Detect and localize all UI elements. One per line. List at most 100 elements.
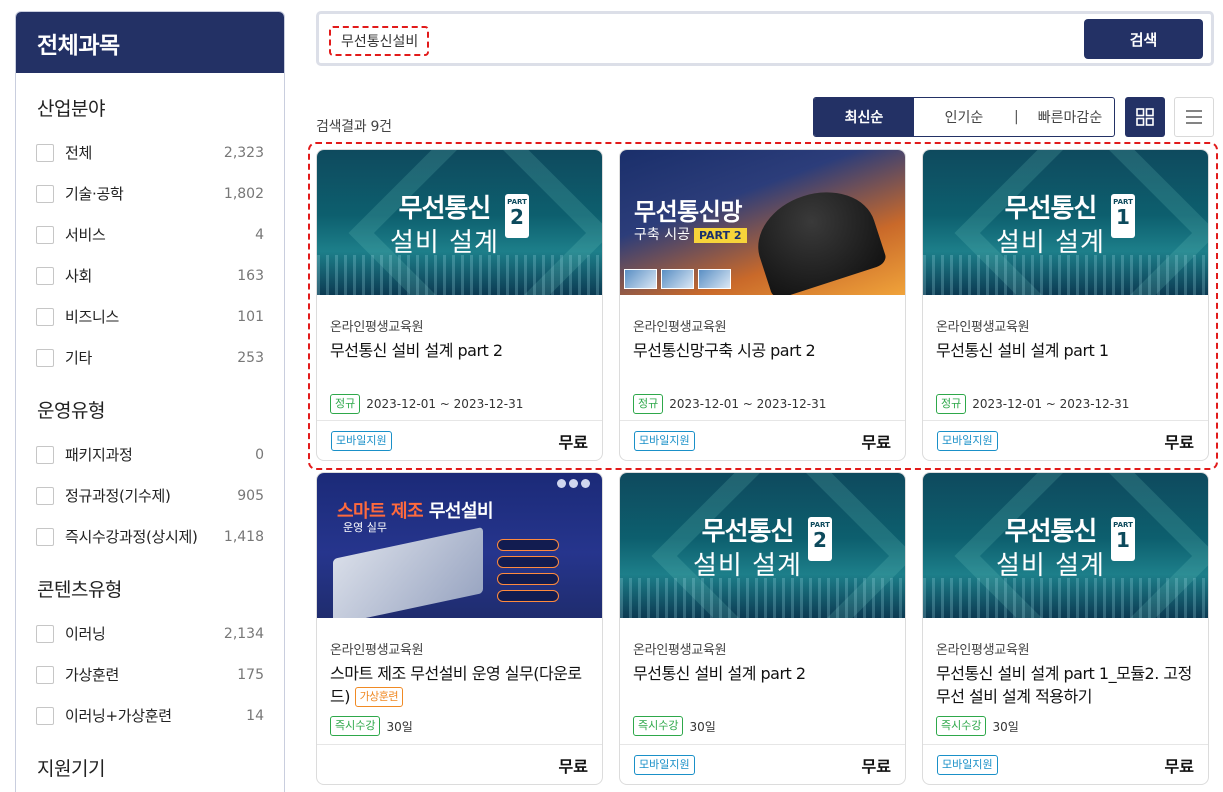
course-title[interactable]: 무선통신 설비 설계 part 2 — [330, 339, 589, 362]
section-title-content: 콘텐츠유형 — [37, 579, 122, 601]
thumb-title: 무선통신 — [1004, 194, 1098, 224]
course-type-tag: 즉시수강 — [330, 716, 381, 736]
course-period: 30일 — [689, 719, 716, 734]
course-card[interactable]: 무선통신 설비 설계 PART 1 온라인평생교육원 무선통신 설비 설계 par… — [922, 472, 1209, 785]
filter-industry-service[interactable]: 서비스 4 — [16, 214, 284, 255]
course-thumbnail[interactable]: 무선통신 설비 설계 PART 1 — [923, 150, 1208, 295]
filter-count: 101 — [237, 308, 264, 325]
section-title-industry: 산업분야 — [37, 98, 105, 120]
filter-count: 14 — [246, 707, 264, 724]
category-sidebar: 전체과목 산업분야 전체 2,323 기술·공학 1,802 서비스 4 사회 163 … — [15, 11, 285, 792]
filter-label: 즉시수강과정(상시제) — [65, 528, 198, 546]
course-card[interactable]: 무선통신 설비 설계 PART 1 온라인평생교육원 무선통신 설비 설계 par… — [922, 149, 1209, 461]
checkbox[interactable] — [36, 445, 54, 464]
filter-industry-business[interactable]: 비즈니스 101 — [16, 296, 284, 337]
thumb-subtitle: 구축 시공 PART 2 — [634, 224, 747, 244]
course-price: 무료 — [558, 432, 588, 452]
filter-industry-etc[interactable]: 기타 253 — [16, 337, 284, 378]
course-price: 무료 — [861, 756, 891, 776]
course-type-tag: 즉시수강 — [936, 716, 987, 736]
sort-popular-button[interactable]: 인기순 — [914, 98, 1014, 136]
filter-industry-all[interactable]: 전체 2,323 — [16, 132, 284, 173]
sort-latest-button[interactable]: 최신순 — [814, 98, 914, 136]
filter-industry-society[interactable]: 사회 163 — [16, 255, 284, 296]
course-card[interactable]: 무선통신 설비 설계 PART 2 온라인평생교육원 무선통신 설비 설계 par… — [619, 472, 906, 785]
course-thumbnail[interactable]: 무선통신 설비 설계 PART 2 — [317, 150, 602, 295]
checkbox[interactable] — [36, 266, 54, 285]
checkbox[interactable] — [36, 486, 54, 505]
checkbox[interactable] — [36, 348, 54, 367]
checkbox[interactable] — [36, 665, 54, 684]
filter-op-package[interactable]: 패키지과정 0 — [16, 434, 284, 475]
virtual-training-tag: 가상훈련 — [354, 687, 404, 707]
mobile-support-tag: 모바일지원 — [937, 430, 998, 451]
course-title[interactable]: 무선통신 설비 설계 part 1_모듈2. 고정 무선 설비 설계 적용하기 — [936, 662, 1195, 708]
course-title[interactable]: 무선통신 설비 설계 part 2 — [633, 662, 892, 685]
thumb-photo-strip — [624, 269, 731, 289]
filter-op-instant[interactable]: 즉시수강과정(상시제) 1,418 — [16, 516, 284, 557]
course-title[interactable]: 무선통신 설비 설계 part 1 — [936, 339, 1195, 362]
filter-count: 4 — [255, 226, 264, 243]
factory-illustration — [333, 527, 483, 618]
course-card[interactable]: 무선통신망 구축 시공 PART 2 온라인평생교육원 무선통신망구축 시공 pa… — [619, 149, 906, 461]
checkbox[interactable] — [36, 184, 54, 203]
mobile-support-tag: 모바일지원 — [937, 754, 998, 775]
thumb-subtitle: 설비 설계 — [996, 551, 1105, 581]
course-title[interactable]: 스마트 제조 무선설비 운영 실무(다운로드) 가상훈련 — [330, 662, 589, 708]
course-card[interactable]: 무선통신 설비 설계 PART 2 온라인평생교육원 무선통신 설비 설계 par… — [316, 149, 603, 461]
checkbox[interactable] — [36, 527, 54, 546]
filter-label: 서비스 — [65, 226, 106, 244]
filter-content-elearning[interactable]: 이러닝 2,134 — [16, 613, 284, 654]
list-view-button[interactable] — [1174, 97, 1214, 137]
sort-separator: | — [1014, 109, 1019, 125]
filter-op-regular[interactable]: 정규과정(기수제) 905 — [16, 475, 284, 516]
checkbox[interactable] — [36, 143, 54, 162]
course-org: 온라인평생교육원 — [330, 320, 424, 335]
grid-icon — [1136, 108, 1154, 126]
mobile-support-tag: 모바일지원 — [634, 430, 695, 451]
filter-label: 패키지과정 — [65, 446, 133, 464]
filter-count: 905 — [237, 487, 264, 504]
filter-industry-engineering[interactable]: 기술·공학 1,802 — [16, 173, 284, 214]
result-count: 검색결과 9건 — [316, 119, 392, 135]
thumb-dots — [557, 479, 590, 488]
checkbox[interactable] — [36, 307, 54, 326]
course-card[interactable]: 스마트 제조 무선설비 운영 실무 온라인평생교육원 스마트 제조 무선설비 운… — [316, 472, 603, 785]
course-org: 온라인평생교육원 — [633, 320, 727, 335]
filter-label: 이러닝 — [65, 625, 106, 643]
search-bar: 검색 — [316, 11, 1214, 66]
course-thumbnail[interactable]: 무선통신망 구축 시공 PART 2 — [620, 150, 905, 295]
course-title[interactable]: 무선통신망구축 시공 part 2 — [633, 339, 892, 362]
thumb-part-badge: PART 1 — [1111, 194, 1135, 238]
thumb-part-badge: PART 1 — [1111, 517, 1135, 561]
course-type-tag: 정규 — [330, 394, 361, 414]
course-type-tag: 정규 — [633, 394, 664, 414]
course-price: 무료 — [558, 756, 588, 776]
section-title-operation: 운영유형 — [37, 400, 105, 422]
filter-count: 1,418 — [223, 528, 264, 545]
filter-label: 가상훈련 — [65, 666, 120, 684]
filter-label: 기타 — [65, 349, 93, 367]
filter-content-both[interactable]: 이러닝+가상훈련 14 — [16, 695, 284, 736]
course-thumbnail[interactable]: 스마트 제조 무선설비 운영 실무 — [317, 473, 602, 618]
checkbox[interactable] — [36, 706, 54, 725]
search-input[interactable] — [329, 26, 429, 56]
sidebar-header: 전체과목 — [16, 12, 284, 73]
search-button[interactable]: 검색 — [1084, 19, 1203, 59]
checkbox[interactable] — [36, 225, 54, 244]
course-thumbnail[interactable]: 무선통신 설비 설계 PART 1 — [923, 473, 1208, 618]
sort-deadline-button[interactable]: 빠른마감순 — [1026, 98, 1114, 136]
course-org: 온라인평생교육원 — [936, 320, 1030, 335]
filter-count: 163 — [237, 267, 264, 284]
checkbox[interactable] — [36, 624, 54, 643]
course-period: 2023-12-01 ~ 2023-12-31 — [972, 397, 1130, 411]
filter-count: 0 — [255, 446, 264, 463]
thumb-subtitle: 설비 설계 — [693, 551, 802, 581]
thumb-title: 무선통신망 — [634, 198, 742, 226]
grid-view-button[interactable] — [1125, 97, 1165, 137]
thumb-subtitle: 설비 설계 — [996, 228, 1105, 258]
filter-count: 253 — [237, 349, 264, 366]
filter-content-virtual[interactable]: 가상훈련 175 — [16, 654, 284, 695]
course-thumbnail[interactable]: 무선통신 설비 설계 PART 2 — [620, 473, 905, 618]
course-period: 30일 — [386, 719, 413, 734]
